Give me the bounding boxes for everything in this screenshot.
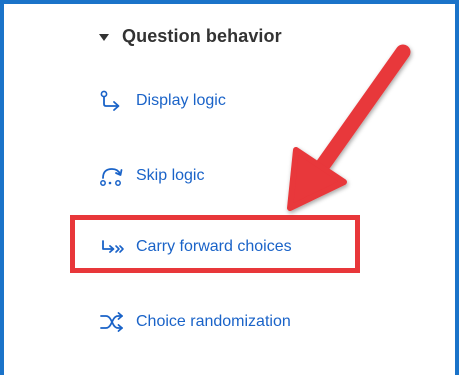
carry-forward-choices-label: Carry forward choices <box>136 238 292 255</box>
choice-randomization-label: Choice randomization <box>136 313 291 330</box>
skip-logic-link[interactable]: Skip logic <box>99 165 204 187</box>
skip-logic-icon <box>99 165 125 187</box>
carry-forward-icon <box>99 236 125 258</box>
section-title: Question behavior <box>122 26 282 46</box>
display-logic-icon <box>99 90 125 112</box>
shuffle-icon <box>99 311 125 333</box>
caret-down-icon <box>99 34 109 41</box>
display-logic-link[interactable]: Display logic <box>99 90 226 112</box>
choice-randomization-link[interactable]: Choice randomization <box>99 311 291 333</box>
display-logic-label: Display logic <box>136 92 226 109</box>
skip-logic-label: Skip logic <box>136 167 205 184</box>
question-behavior-section-header[interactable]: Question behavior <box>99 26 282 47</box>
carry-forward-choices-link[interactable]: Carry forward choices <box>99 236 292 258</box>
